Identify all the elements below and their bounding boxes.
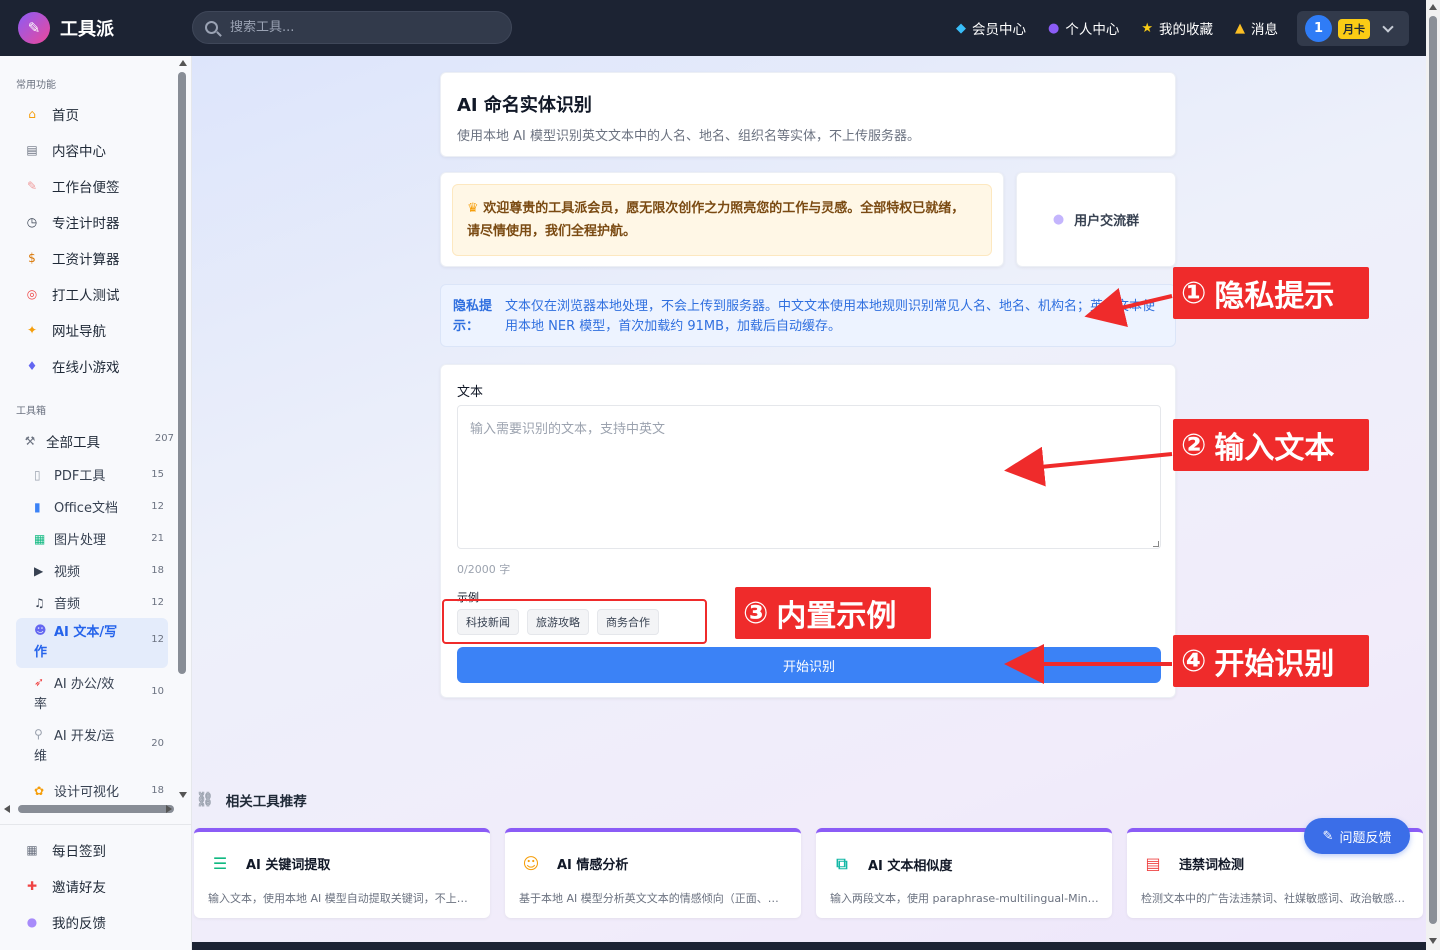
page-scrollbar[interactable] (1426, 0, 1440, 950)
bottom-edge-bar (192, 942, 1426, 950)
page-scroll-down-arrow[interactable] (1429, 938, 1437, 944)
annotation-arrows (1004, 288, 1173, 684)
arrow-privacy (1084, 288, 1173, 327)
arrow-input (1004, 446, 1173, 487)
page-scroll-up-arrow[interactable] (1429, 4, 1437, 10)
page-scroll-thumb[interactable] (1429, 16, 1437, 924)
